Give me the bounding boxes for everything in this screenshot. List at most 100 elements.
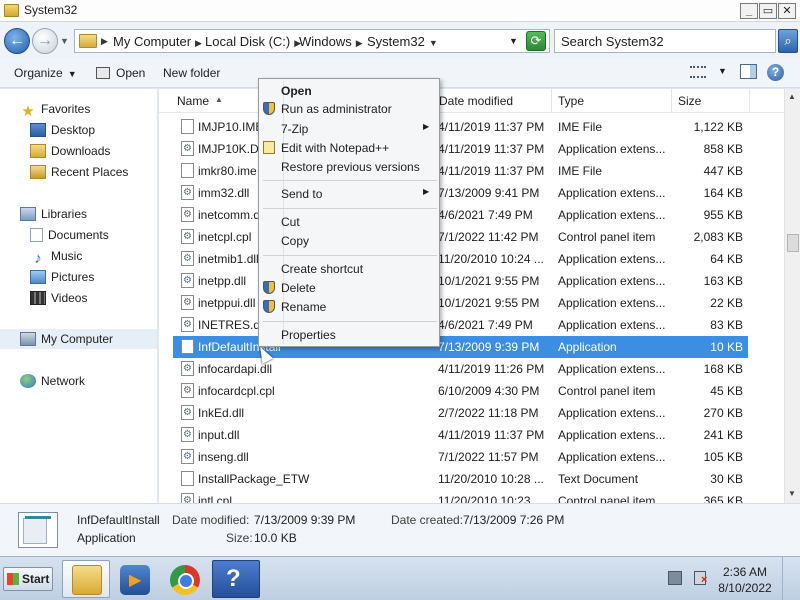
- column-divider[interactable]: [671, 89, 672, 113]
- file-name: InstallPackage_ETW: [198, 472, 310, 486]
- new-folder-button[interactable]: New folder: [163, 66, 220, 80]
- search-input[interactable]: [561, 31, 761, 51]
- file-name: INETRES.dll: [198, 318, 266, 332]
- table-row[interactable]: intl.cpl 11/20/2010 10:23 ... Control pane…: [173, 490, 748, 503]
- search-icon[interactable]: ⌕: [778, 29, 798, 53]
- file-date-modified: 2/7/2022 11:18 PM: [438, 406, 539, 420]
- file-name: inetppui.dll: [198, 296, 256, 310]
- dll-file-icon: [181, 361, 194, 376]
- taskbar-chrome[interactable]: [160, 560, 208, 598]
- file-type: Control panel item: [558, 494, 656, 503]
- show-desktop-button[interactable]: [782, 557, 800, 600]
- scroll-up-arrow-icon[interactable]: ▲: [788, 92, 796, 101]
- nav-pictures[interactable]: Pictures: [30, 267, 94, 287]
- breadcrumb-my-computer[interactable]: My Computer ▶: [113, 34, 202, 49]
- column-header-date[interactable]: Date modified: [439, 94, 513, 108]
- help-icon: ?: [226, 565, 241, 592]
- taskbar-help[interactable]: ?: [212, 560, 260, 598]
- column-divider[interactable]: [749, 89, 750, 113]
- column-header-name[interactable]: Name: [177, 94, 209, 108]
- nav-favorites[interactable]: ★ Favorites: [20, 99, 90, 119]
- breadcrumb-windows[interactable]: Windows ▶: [299, 34, 363, 49]
- file-size: 83 KB: [710, 318, 743, 332]
- file-type: Application extens...: [558, 274, 666, 288]
- nav-libraries[interactable]: Libraries: [20, 204, 87, 224]
- menu-item-open[interactable]: Open: [281, 84, 312, 98]
- preview-pane-icon[interactable]: [740, 64, 757, 79]
- menu-separator: [263, 208, 437, 209]
- menu-item-run-as-administrator[interactable]: Run as administrator: [263, 102, 392, 116]
- start-button[interactable]: Start: [3, 567, 53, 591]
- table-row[interactable]: InkEd.dll 2/7/2022 11:18 PM Application ex…: [173, 402, 748, 424]
- file-size: 365 KB: [703, 494, 743, 503]
- nav-documents[interactable]: Documents: [30, 225, 109, 245]
- file-size: 64 KB: [710, 252, 743, 266]
- menu-item-copy[interactable]: Copy: [281, 234, 309, 248]
- column-divider[interactable]: [551, 89, 552, 113]
- menu-item-restore-previous-versions[interactable]: Restore previous versions: [281, 160, 420, 174]
- dll-file-icon: [181, 295, 194, 310]
- menu-item-delete[interactable]: Delete: [263, 281, 316, 295]
- view-options-icon[interactable]: [690, 66, 706, 78]
- menu-item-send-to[interactable]: Send to ▶: [281, 187, 429, 201]
- file-icon: [181, 471, 194, 486]
- nav-desktop[interactable]: Desktop: [30, 120, 95, 140]
- table-row[interactable]: infocardcpl.cpl 6/10/2009 4:30 PM Control …: [173, 380, 748, 402]
- help-icon[interactable]: ?: [767, 64, 784, 81]
- close-button[interactable]: ✕: [778, 3, 796, 19]
- scrollbar-thumb[interactable]: [787, 234, 799, 252]
- nav-my-computer[interactable]: My Computer: [0, 329, 157, 349]
- menu-item-properties[interactable]: Properties: [281, 328, 336, 342]
- file-name: intl.cpl: [198, 494, 233, 503]
- search-box[interactable]: [554, 29, 776, 53]
- table-row[interactable]: input.dll 4/11/2019 11:37 PM Application e…: [173, 424, 748, 446]
- folder-icon: [4, 4, 19, 17]
- star-icon: ★: [21, 103, 35, 120]
- table-row[interactable]: InstallPackage_ETW 11/20/2010 10:28 ... Te…: [173, 468, 748, 490]
- minimize-button[interactable]: _: [740, 3, 758, 19]
- column-header-size[interactable]: Size: [678, 94, 701, 108]
- file-size: 163 KB: [703, 274, 743, 288]
- nav-recent-places[interactable]: Recent Places: [30, 162, 128, 182]
- network-status-icon[interactable]: [668, 571, 682, 585]
- menu-item-cut[interactable]: Cut: [281, 215, 300, 229]
- nav-downloads[interactable]: Downloads: [30, 141, 110, 161]
- menu-item-7zip[interactable]: 7-Zip ▶: [281, 122, 429, 136]
- nav-network[interactable]: Network: [20, 371, 85, 391]
- organize-button[interactable]: Organize ▼: [14, 66, 77, 80]
- breadcrumb-system32[interactable]: System32 ▼: [367, 34, 438, 49]
- taskbar-explorer[interactable]: [62, 560, 110, 598]
- menu-item-edit-notepad[interactable]: Edit with Notepad++: [263, 141, 389, 155]
- column-header-type[interactable]: Type: [558, 94, 584, 108]
- details-size-value: 10.0 KB: [254, 531, 297, 545]
- application-icon: [181, 339, 194, 354]
- menu-item-rename[interactable]: Rename: [263, 300, 326, 314]
- details-created-value: 7/13/2009 7:26 PM: [463, 513, 565, 527]
- address-bar[interactable]: ▶ My Computer ▶ Local Disk (C:) ▶ Windows ▶…: [74, 29, 550, 53]
- downloads-icon: [30, 144, 46, 158]
- taskbar-media-player[interactable]: [110, 560, 158, 598]
- nav-videos[interactable]: Videos: [30, 288, 87, 308]
- file-type: Application extens...: [558, 318, 666, 332]
- scroll-down-arrow-icon[interactable]: ▼: [788, 489, 796, 498]
- nav-music[interactable]: ♪ Music: [30, 246, 82, 266]
- recent-pages-dropdown[interactable]: ▼: [60, 36, 69, 46]
- file-type: Application extens...: [558, 296, 666, 310]
- table-row[interactable]: infocardapi.dll 4/11/2019 11:26 PM Applica…: [173, 358, 748, 380]
- table-row[interactable]: inseng.dll 7/1/2022 11:57 PM Application e…: [173, 446, 748, 468]
- maximize-button[interactable]: ▭: [759, 3, 777, 19]
- refresh-button[interactable]: ⟳: [526, 31, 546, 51]
- clock[interactable]: 2:36 AM 8/10/2022: [716, 564, 774, 596]
- forward-button[interactable]: →: [32, 28, 58, 54]
- file-type: Application extens...: [558, 252, 666, 266]
- back-button[interactable]: ←: [4, 28, 30, 54]
- open-button[interactable]: Open: [96, 66, 145, 80]
- vertical-scrollbar[interactable]: ▲ ▼: [784, 89, 800, 503]
- volume-muted-icon[interactable]: [694, 571, 707, 586]
- view-options-dropdown[interactable]: ▼: [718, 66, 727, 76]
- notepad-plus-plus-icon: [263, 141, 275, 154]
- chevron-right-icon[interactable]: ▶: [101, 36, 108, 47]
- breadcrumb-local-disk[interactable]: Local Disk (C:) ▶: [205, 34, 301, 49]
- menu-item-create-shortcut[interactable]: Create shortcut: [281, 262, 363, 276]
- address-dropdown[interactable]: ▼: [509, 36, 518, 46]
